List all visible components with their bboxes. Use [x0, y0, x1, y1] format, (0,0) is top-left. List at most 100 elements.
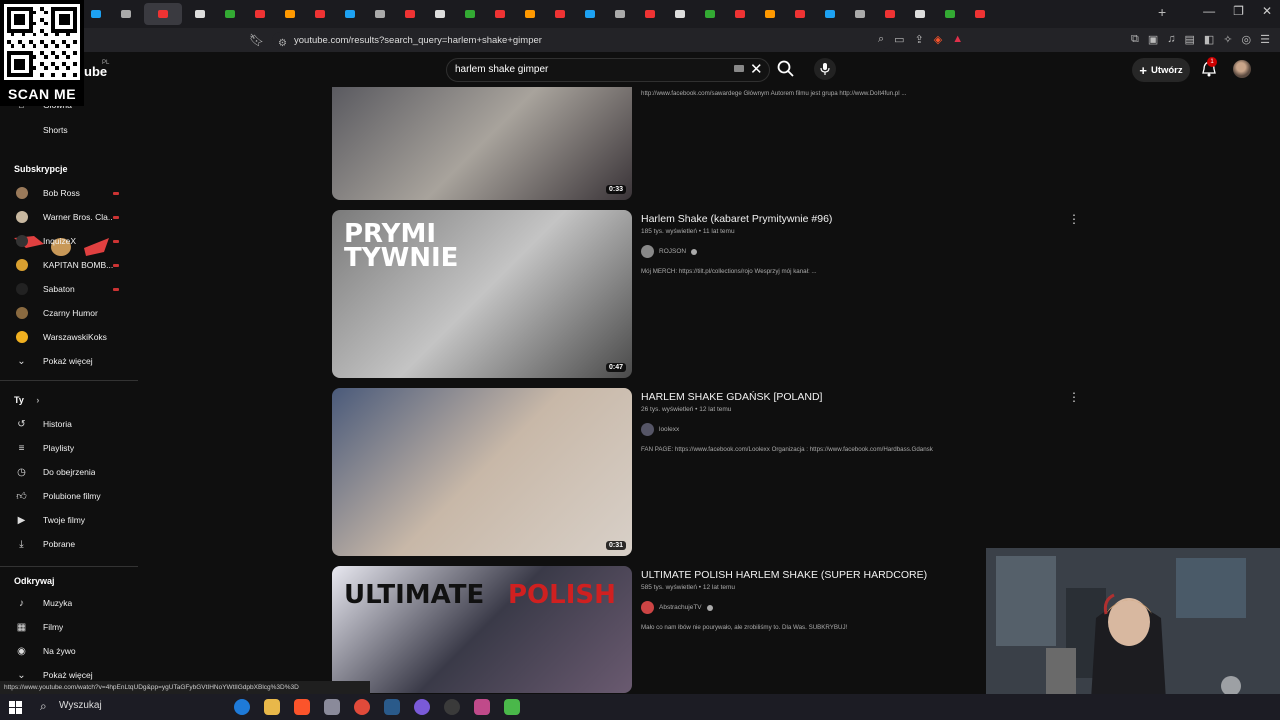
sidebar-subscription[interactable]: Warner Bros. Cla... — [0, 206, 138, 228]
leo-icon[interactable]: ✧ — [1223, 33, 1232, 46]
youtube-logo[interactable]: ube — [84, 64, 107, 79]
show-more-subscriptions[interactable]: ⌄ Pokaż więcej — [0, 350, 138, 372]
keyboard-icon[interactable] — [734, 65, 744, 72]
app-icon[interactable] — [474, 699, 490, 715]
browser-tab[interactable] — [668, 3, 692, 25]
browser-tab[interactable] — [728, 3, 752, 25]
close-window-icon[interactable]: ✕ — [1262, 4, 1272, 18]
video-channel[interactable]: AbstrachujeTV — [641, 601, 713, 614]
video-channel[interactable]: ROJSON — [641, 245, 698, 258]
browser-tab[interactable] — [308, 3, 332, 25]
video-result[interactable]: 0:31 HARLEM SHAKE GDAŃSK [POLAND] 26 tys. … — [332, 388, 1080, 556]
browser-tab[interactable] — [698, 3, 722, 25]
browser-tab[interactable] — [908, 3, 932, 25]
brave-icon[interactable] — [294, 699, 310, 715]
subscriptions-header[interactable]: Subskrypcje — [14, 164, 68, 174]
app-icon[interactable] — [504, 699, 520, 715]
rewards-icon[interactable]: ▲ — [952, 33, 963, 46]
sidebar-item-explore[interactable]: ◉ Na żywo — [0, 640, 138, 662]
sidebar-subscription[interactable]: Bob Ross — [0, 182, 138, 204]
sidebar-item-you[interactable]: ↺ Historia — [0, 413, 138, 435]
voice-search-button[interactable] — [814, 58, 836, 80]
sidebar-item-you[interactable]: ≡ Playlisty — [0, 437, 138, 459]
search-icon[interactable] — [776, 59, 796, 79]
search-input[interactable]: harlem shake gimper — [446, 58, 770, 82]
zoom-icon[interactable]: ⌕ — [878, 33, 884, 46]
edge-icon[interactable] — [234, 699, 250, 715]
video-result[interactable]: PRYMI TYWNIE 0:47 Harlem Shake (kabaret Pr… — [332, 210, 1080, 378]
sidebar-subscription[interactable]: KAPITAN BOMB... — [0, 254, 138, 276]
browser-tab[interactable] — [188, 3, 212, 25]
browser-tab[interactable] — [548, 3, 572, 25]
steam-icon[interactable] — [384, 699, 400, 715]
browser-tab[interactable] — [518, 3, 542, 25]
browser-tab[interactable] — [818, 3, 842, 25]
sidebar-item-shorts[interactable]: Shorts — [0, 119, 138, 141]
video-result[interactable]: 0:33 http://www.facebook.com/sawardege Gł… — [332, 87, 1072, 200]
sidebar-subscription[interactable]: Sabaton — [0, 278, 138, 300]
sidebar-subscription[interactable]: WarszawskiKoks — [0, 326, 138, 348]
browser-tab[interactable] — [758, 3, 782, 25]
more-actions-icon[interactable]: ⋮ — [1068, 212, 1080, 226]
video-thumbnail[interactable]: 0:33 — [332, 87, 632, 200]
share-icon[interactable]: ⇪ — [915, 33, 924, 46]
browser-tab[interactable] — [84, 3, 108, 25]
browser-tab[interactable] — [144, 3, 182, 25]
vpn-icon[interactable]: ◎ — [1242, 33, 1252, 46]
video-title[interactable]: HARLEM SHAKE GDAŃSK [POLAND] — [641, 391, 822, 403]
video-thumbnail[interactable]: ULTIMATE POLISH — [332, 566, 632, 693]
clear-search-icon[interactable]: ✕ — [750, 60, 763, 78]
obs-icon[interactable] — [444, 699, 460, 715]
reader-icon[interactable]: ▤ — [1184, 33, 1194, 46]
more-actions-icon[interactable]: ⋮ — [1068, 390, 1080, 404]
browser-tab[interactable] — [488, 3, 512, 25]
browser-tab[interactable] — [398, 3, 422, 25]
browser-tab[interactable] — [114, 3, 138, 25]
app-icon[interactable] — [324, 699, 340, 715]
browser-tab[interactable] — [968, 3, 992, 25]
extensions-icon[interactable]: ⧉ — [1131, 33, 1139, 46]
video-title[interactable]: Harlem Shake (kabaret Prymitywnie #96) — [641, 213, 832, 225]
bookmark-icon[interactable]: 🔖︎ — [249, 33, 264, 47]
browser-tab[interactable] — [338, 3, 362, 25]
video-result[interactable]: ULTIMATE POLISH ULTIMATE POLISH HARLEM SHA… — [332, 566, 1072, 693]
sidepanel-icon[interactable]: ▣ — [1148, 33, 1158, 46]
windows-start-icon[interactable] — [9, 701, 22, 714]
video-channel[interactable]: loolexx — [641, 423, 679, 436]
browser-tab[interactable] — [848, 3, 872, 25]
account-avatar[interactable] — [1233, 60, 1251, 78]
browser-tab[interactable] — [218, 3, 242, 25]
brave-shield-icon[interactable]: ◈ — [934, 33, 942, 46]
create-button[interactable]: + Utwórz — [1132, 58, 1190, 82]
browser-tab[interactable] — [368, 3, 392, 25]
sidebar-item-you[interactable]: ◷ Do obejrzenia — [0, 461, 138, 483]
browser-tab[interactable] — [938, 3, 962, 25]
sidebar-item-explore[interactable]: ♪ Muzyka — [0, 592, 138, 614]
media-icon[interactable]: ♫ — [1167, 33, 1175, 46]
browser-tab[interactable] — [248, 3, 272, 25]
menu-icon[interactable]: ☰ — [1260, 33, 1270, 46]
browser-tab[interactable] — [788, 3, 812, 25]
sidebar-item-you[interactable]: ▶ Twoje filmy — [0, 509, 138, 531]
video-thumbnail[interactable]: PRYMI TYWNIE 0:47 — [332, 210, 632, 378]
browser-tab[interactable] — [578, 3, 602, 25]
minimize-icon[interactable]: — — [1203, 4, 1215, 18]
browser-tab[interactable] — [638, 3, 662, 25]
video-thumbnail[interactable]: 0:31 — [332, 388, 632, 556]
you-header[interactable]: Ty › — [14, 395, 39, 405]
wallet-icon[interactable]: ◧ — [1204, 33, 1214, 46]
sidebar-item-explore[interactable]: ▦ Filmy — [0, 616, 138, 638]
video-title[interactable]: ULTIMATE POLISH HARLEM SHAKE (SUPER HARD… — [641, 569, 927, 581]
cast-icon[interactable]: ▭ — [894, 33, 904, 46]
taskbar-search-icon[interactable]: ⌕ — [40, 699, 47, 714]
browser-tab[interactable] — [428, 3, 452, 25]
maximize-icon[interactable]: ❐ — [1233, 4, 1244, 18]
sidebar-item-you[interactable]: 👍︎ Polubione filmy — [0, 485, 138, 507]
browser-tab[interactable] — [608, 3, 632, 25]
url-field[interactable]: ⚙︎ youtube.com/results?search_query=harl… — [272, 32, 892, 49]
new-tab-icon[interactable]: + — [1158, 4, 1166, 20]
file-explorer-icon[interactable] — [264, 699, 280, 715]
site-info-icon[interactable]: ⚙︎ — [278, 35, 287, 52]
browser-tab[interactable] — [278, 3, 302, 25]
taskbar-search-label[interactable]: Wyszukaj — [59, 700, 102, 711]
